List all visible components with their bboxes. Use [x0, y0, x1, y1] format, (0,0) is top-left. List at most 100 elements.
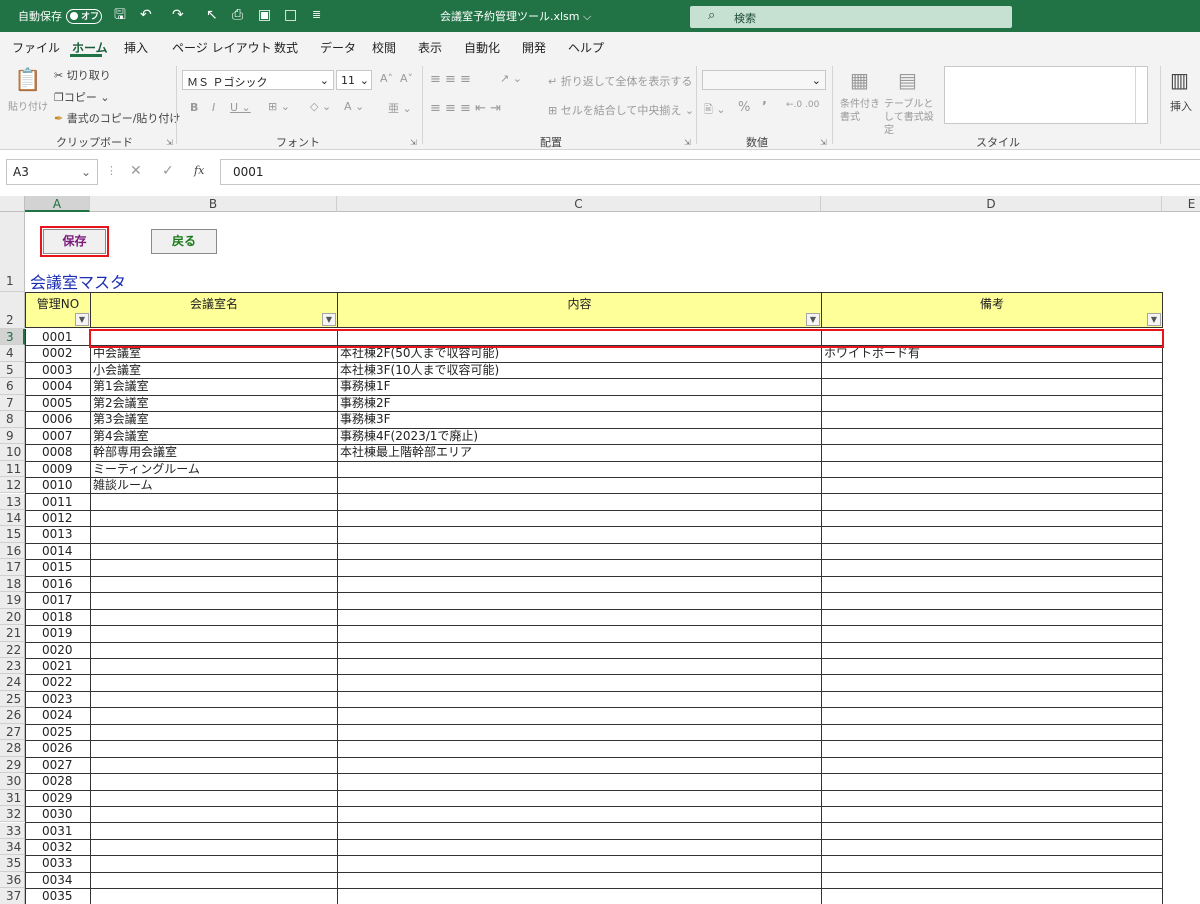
table-cell[interactable]: 0030 [25, 806, 91, 824]
table-cell[interactable]: 雑談ルーム [90, 477, 338, 495]
table-cell[interactable]: 0010 [25, 477, 91, 495]
table-cell[interactable]: 0025 [25, 723, 91, 742]
table-cell[interactable]: 本社棟最上階幹部エリア [337, 444, 822, 462]
table-cell[interactable] [90, 509, 338, 528]
cut-button[interactable]: ✂ 切り取り [54, 67, 111, 83]
tab-formulas[interactable]: 数式 [274, 39, 298, 56]
tab-review[interactable]: 校閲 [372, 39, 396, 56]
table-cell[interactable] [90, 822, 338, 840]
percent-icon[interactable]: % [738, 100, 750, 115]
table-cell[interactable] [90, 575, 338, 594]
align-left-icon[interactable]: ≡ ≡ ≡ ⇤ ⇥ [430, 101, 501, 116]
row-header-19[interactable]: 19 [0, 592, 25, 609]
table-cell[interactable]: 事務棟1F [337, 378, 822, 396]
row-header-26[interactable]: 26 [0, 707, 25, 724]
table-cell[interactable]: 事務棟4F(2023/1で廃止) [337, 427, 822, 446]
table-cell[interactable] [90, 592, 338, 610]
table-cell[interactable]: 事務棟2F [337, 394, 822, 413]
row-header-27[interactable]: 27 [0, 723, 25, 741]
table-cell[interactable]: 0003 [25, 361, 91, 380]
column-header-a[interactable]: A [25, 196, 90, 212]
table-cell[interactable]: 0002 [25, 345, 91, 363]
table-cell[interactable] [821, 477, 1163, 495]
column-header-b[interactable]: B [90, 196, 337, 212]
table-cell[interactable] [337, 822, 822, 840]
row-header-36[interactable]: 36 [0, 871, 25, 889]
table-cell[interactable] [90, 789, 338, 808]
table-cell[interactable] [90, 526, 338, 544]
table-cell[interactable] [821, 411, 1163, 429]
row-header-23[interactable]: 23 [0, 658, 25, 675]
table-cell[interactable]: 0035 [25, 888, 91, 904]
table-cell[interactable]: 0034 [25, 871, 91, 890]
table-cell[interactable] [821, 888, 1163, 904]
row-header-20[interactable]: 20 [0, 608, 25, 626]
row-header-5[interactable]: 5 [0, 361, 25, 379]
select-all-corner[interactable] [0, 196, 25, 212]
paste-button[interactable]: 貼り付け [8, 98, 48, 113]
table-cell[interactable]: 小会議室 [90, 361, 338, 380]
row-header-32[interactable]: 32 [0, 806, 25, 823]
table-cell[interactable] [821, 674, 1163, 692]
camera-icon[interactable]: ▣ [258, 7, 271, 23]
table-cell[interactable] [821, 855, 1163, 873]
fill-color-icon[interactable]: ◇ ⌄ [310, 100, 331, 113]
customize-toolbar-icon[interactable]: ≣ [312, 7, 321, 23]
table-cell[interactable] [337, 559, 822, 577]
table-cell[interactable]: 中会議室 [90, 345, 338, 363]
table-cell[interactable] [337, 789, 822, 808]
table-cell[interactable] [90, 838, 338, 857]
table-cell[interactable] [821, 394, 1163, 413]
row-header-34[interactable]: 34 [0, 838, 25, 856]
table-cell[interactable]: 0031 [25, 822, 91, 840]
decrease-font-icon[interactable]: A˅ [400, 72, 413, 85]
underline-icon[interactable]: U ⌄ [230, 101, 251, 114]
table-cell[interactable]: 0033 [25, 855, 91, 873]
table-cell[interactable]: 0020 [25, 641, 91, 659]
filter-dropdown-icon[interactable]: ▼ [1147, 313, 1161, 326]
row-header-25[interactable]: 25 [0, 690, 25, 708]
table-cell[interactable] [337, 477, 822, 495]
table-cell[interactable]: 0027 [25, 756, 91, 775]
table-cell[interactable]: ミーティングルーム [90, 460, 338, 479]
table-cell[interactable] [821, 608, 1163, 627]
table-cell[interactable] [90, 690, 338, 709]
tab-data[interactable]: データ [320, 39, 356, 56]
table-cell[interactable] [821, 838, 1163, 857]
row-header-29[interactable]: 29 [0, 756, 25, 774]
table-cell[interactable] [337, 608, 822, 627]
format-painter-button[interactable]: ✒ 書式のコピー/貼り付け [54, 110, 180, 126]
row-header-22[interactable]: 22 [0, 641, 25, 658]
alignment-launcher-icon[interactable]: ⇲ [684, 138, 691, 147]
row-header-14[interactable]: 14 [0, 509, 25, 527]
table-cell[interactable] [821, 641, 1163, 659]
table-cell[interactable] [821, 806, 1163, 824]
filter-dropdown-icon[interactable]: ▼ [75, 313, 89, 326]
table-cell[interactable]: 第4会議室 [90, 427, 338, 446]
table-cell[interactable]: 0009 [25, 460, 91, 479]
insert-function-icon[interactable]: fx [194, 164, 204, 177]
table-cell[interactable] [90, 855, 338, 873]
table-cell[interactable] [337, 838, 822, 857]
font-color-icon[interactable]: A ⌄ [344, 100, 364, 113]
tab-file[interactable]: ファイル [12, 39, 60, 56]
table-cell[interactable]: 0024 [25, 707, 91, 725]
table-cell[interactable] [90, 773, 338, 791]
table-cell[interactable] [90, 608, 338, 627]
table-cell[interactable]: 0001 [25, 329, 91, 347]
row-header-13[interactable]: 13 [0, 493, 25, 510]
table-cell[interactable] [821, 493, 1163, 511]
table-cell[interactable]: 0032 [25, 838, 91, 857]
table-cell[interactable] [90, 658, 338, 676]
table-cell[interactable] [821, 690, 1163, 709]
gallery-scrollbar[interactable] [1135, 67, 1147, 123]
row-header-6[interactable]: 6 [0, 378, 25, 395]
table-cell[interactable] [337, 509, 822, 528]
table-cell[interactable]: 第1会議室 [90, 378, 338, 396]
table-cell[interactable] [337, 460, 822, 479]
conditional-format-icon[interactable]: ▦ [850, 68, 869, 92]
table-cell[interactable] [821, 625, 1163, 643]
table-cell[interactable]: 0023 [25, 690, 91, 709]
table-cell[interactable] [821, 444, 1163, 462]
table-cell[interactable] [337, 674, 822, 692]
